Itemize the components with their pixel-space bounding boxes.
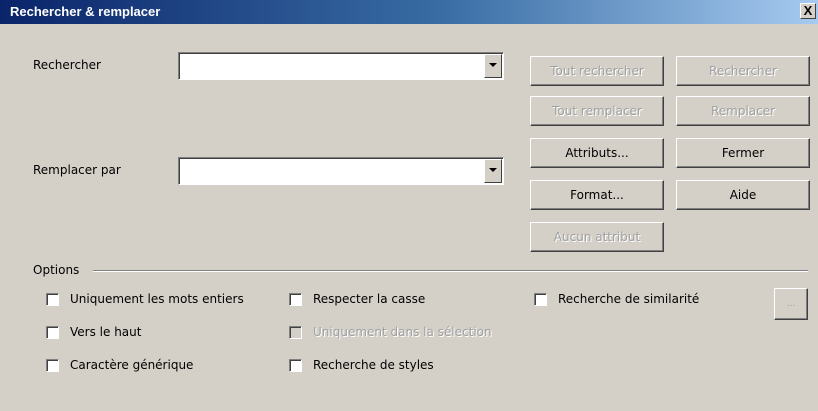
attributes-button[interactable]: Attributs... <box>530 138 664 168</box>
replace-all-button[interactable]: Tout remplacer <box>530 96 664 126</box>
checkbox-box[interactable] <box>534 292 547 306</box>
window-title: Rechercher & remplacer <box>10 4 161 19</box>
similarity-checkbox[interactable]: Recherche de similarité <box>534 292 699 306</box>
replace-button[interactable]: Remplacer <box>676 96 810 126</box>
format-button[interactable]: Format... <box>530 180 664 210</box>
no-attribute-button[interactable]: Aucun attribut <box>530 222 664 252</box>
match-case-checkbox[interactable]: Respecter la casse <box>289 292 425 306</box>
close-button[interactable]: Fermer <box>676 138 810 168</box>
checkbox-label: Vers le haut <box>70 325 142 339</box>
replace-dropdown-arrow-icon[interactable] <box>484 159 502 183</box>
replace-combobox[interactable] <box>178 157 504 185</box>
search-label: Rechercher <box>33 58 101 72</box>
search-styles-checkbox[interactable]: Recherche de styles <box>289 358 434 372</box>
search-dropdown-arrow-icon[interactable] <box>484 54 502 78</box>
checkbox-label: Recherche de similarité <box>558 292 700 306</box>
wildcards-checkbox[interactable]: Caractère générique <box>46 358 193 372</box>
checkbox-label: Recherche de styles <box>313 358 434 372</box>
checkbox-label: Uniquement dans la sélection <box>313 325 492 339</box>
similarity-settings-button[interactable]: ... <box>774 288 808 320</box>
search-combobox[interactable] <box>178 52 504 80</box>
find-button[interactable]: Rechercher <box>676 56 810 86</box>
whole-words-checkbox[interactable]: Uniquement les mots entiers <box>46 292 244 306</box>
help-button[interactable]: Aide <box>676 180 810 210</box>
checkbox-label: Caractère générique <box>70 358 194 372</box>
replace-label: Remplacer par <box>33 163 121 177</box>
checkbox-box[interactable] <box>289 292 302 306</box>
checkbox-label: Uniquement les mots entiers <box>70 292 244 306</box>
options-group-divider <box>93 270 808 272</box>
checkbox-box[interactable] <box>46 325 59 339</box>
checkbox-label: Respecter la casse <box>313 292 426 306</box>
checkbox-box[interactable] <box>46 292 59 306</box>
checkbox-box[interactable] <box>289 358 302 372</box>
find-all-button[interactable]: Tout rechercher <box>530 56 664 86</box>
checkbox-box[interactable] <box>46 358 59 372</box>
backwards-checkbox[interactable]: Vers le haut <box>46 325 141 339</box>
checkbox-box[interactable] <box>289 325 302 339</box>
selection-only-checkbox[interactable]: Uniquement dans la sélection <box>289 325 492 339</box>
title-bar: Rechercher & remplacer X <box>0 0 818 24</box>
close-window-button[interactable]: X <box>800 3 816 19</box>
options-group-label: Options <box>33 263 80 277</box>
